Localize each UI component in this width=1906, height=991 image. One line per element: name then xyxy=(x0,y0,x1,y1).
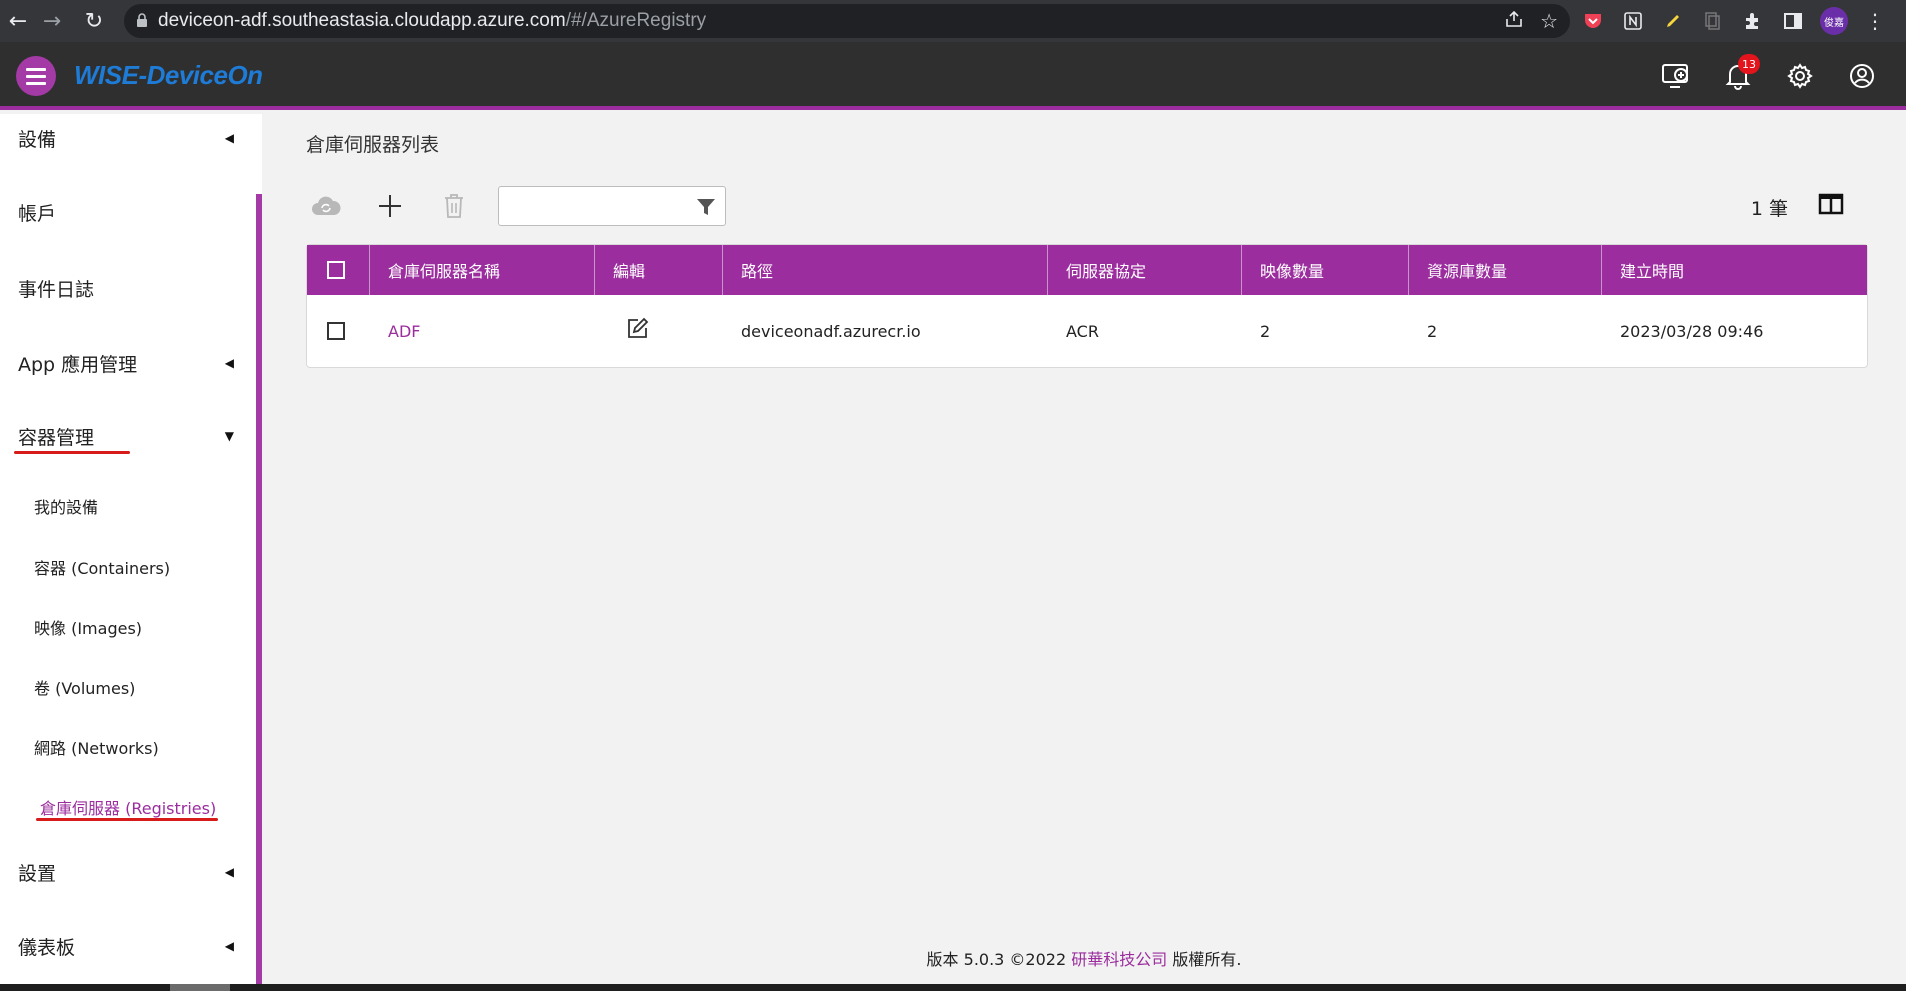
side-panel-icon[interactable] xyxy=(1780,8,1806,34)
browser-toolbar: ← → ↻ deviceon-adf.southeastasia.cloudap… xyxy=(0,0,1906,42)
bookmark-star-icon[interactable]: ☆ xyxy=(1540,9,1558,33)
filter-input[interactable] xyxy=(499,187,689,225)
select-all-cell xyxy=(307,245,370,295)
sidebar-subitem-images[interactable]: 映像 (Images) xyxy=(34,615,142,639)
column-header[interactable]: 映像數量 xyxy=(1242,245,1409,295)
edit-cell xyxy=(595,295,723,367)
sidebar: 設備 ◀ 帳戶 事件日誌 App 應用管理 ◀ 容器管理 ▼ 我的設備 容器 (… xyxy=(0,114,262,991)
column-header[interactable]: 伺服器協定 xyxy=(1048,245,1242,295)
pocket-icon[interactable] xyxy=(1580,8,1606,34)
sidebar-item-label: 儀表板 xyxy=(18,936,76,959)
caret-left-icon: ◀ xyxy=(224,865,234,879)
main-content: 倉庫伺服器列表 1 筆 倉庫伺服器名稱 編輯 路徑 伺服器協定 映像數量 資源庫… xyxy=(262,114,1906,991)
toolbar xyxy=(306,186,726,226)
sidebar-item-app-management[interactable]: App 應用管理 ◀ xyxy=(0,343,256,383)
sidebar-item-label: 事件日誌 xyxy=(18,278,95,301)
column-header[interactable]: 資源庫數量 xyxy=(1409,245,1602,295)
sidebar-item-accounts[interactable]: 帳戶 xyxy=(0,192,256,232)
sidebar-subitem-my-devices[interactable]: 我的設備 xyxy=(34,494,98,518)
select-all-checkbox[interactable] xyxy=(327,261,345,279)
add-icon[interactable] xyxy=(370,186,410,226)
table-row[interactable]: ADF deviceonadf.azurecr.io ACR 2 2 2023/… xyxy=(307,295,1867,367)
sidebar-item-dashboard[interactable]: 儀表板 ◀ xyxy=(0,926,256,966)
notification-badge: 13 xyxy=(1738,54,1760,74)
cloud-sync-icon[interactable] xyxy=(306,186,346,226)
sidebar-subitem-volumes[interactable]: 卷 (Volumes) xyxy=(34,675,135,699)
sidebar-subitem-registries[interactable]: 倉庫伺服器 (Registries) xyxy=(40,795,216,819)
hamburger-menu-button[interactable] xyxy=(16,56,56,96)
notification-bell-icon[interactable]: 13 xyxy=(1718,54,1760,96)
sidebar-item-label: 帳戶 xyxy=(18,202,57,225)
add-device-icon[interactable] xyxy=(1656,56,1696,96)
back-icon[interactable]: ← xyxy=(0,3,36,39)
path-cell: deviceonadf.azurecr.io xyxy=(741,321,921,341)
share-icon[interactable] xyxy=(1504,10,1524,32)
forward-icon[interactable]: → xyxy=(34,3,70,39)
brand-logo: WISE-DeviceOn xyxy=(74,60,263,90)
image-count-cell: 2 xyxy=(1260,321,1271,341)
filter-field[interactable] xyxy=(498,186,726,226)
column-header[interactable]: 建立時間 xyxy=(1602,245,1866,295)
sidebar-item-label: 設備 xyxy=(18,128,57,151)
horizontal-scrollbar[interactable] xyxy=(0,984,1906,991)
notion-icon[interactable] xyxy=(1620,8,1646,34)
scrollbar-thumb[interactable] xyxy=(170,984,230,991)
registry-table: 倉庫伺服器名稱 編輯 路徑 伺服器協定 映像數量 資源庫數量 建立時間 ADF … xyxy=(306,244,1868,368)
browser-menu-icon[interactable]: ⋮ xyxy=(1862,8,1888,34)
column-header[interactable]: 倉庫伺服器名稱 xyxy=(370,245,595,295)
sidebar-item-settings[interactable]: 設置 ◀ xyxy=(0,852,256,892)
annotation-underline xyxy=(14,451,130,454)
edit-icon[interactable] xyxy=(625,317,649,345)
sidebar-item-container-management[interactable]: 容器管理 ▼ xyxy=(0,416,256,456)
record-count: 1 筆 xyxy=(1750,198,1788,220)
delete-trash-icon[interactable] xyxy=(434,186,474,226)
protocol-cell: ACR xyxy=(1066,321,1099,341)
column-header[interactable]: 編輯 xyxy=(595,245,723,295)
row-select-cell xyxy=(307,295,370,367)
copy-icon[interactable] xyxy=(1700,8,1726,34)
profile-avatar[interactable]: 俊嘉 xyxy=(1820,7,1848,35)
created-time-cell: 2023/03/28 09:46 xyxy=(1620,321,1764,341)
footer: 版本 5.0.3 ©2022 研華科技公司 版權所有. xyxy=(262,946,1906,970)
caret-left-icon: ◀ xyxy=(224,131,234,145)
sidebar-item-devices[interactable]: 設備 ◀ xyxy=(0,118,256,158)
url-host: deviceon-adf.southeastasia.cloudapp.azur… xyxy=(158,10,566,31)
footer-company-link[interactable]: 研華科技公司 xyxy=(1071,950,1167,969)
page-title: 倉庫伺服器列表 xyxy=(306,134,440,156)
column-header[interactable]: 路徑 xyxy=(723,245,1048,295)
url-path: /#/AzureRegistry xyxy=(565,10,707,31)
address-bar[interactable]: deviceon-adf.southeastasia.cloudapp.azur… xyxy=(124,4,1570,38)
column-layout-icon[interactable] xyxy=(1818,192,1844,220)
annotation-underline xyxy=(36,818,218,821)
footer-rights: 版權所有. xyxy=(1172,950,1242,969)
highlighter-icon[interactable] xyxy=(1660,8,1686,34)
sidebar-item-event-log[interactable]: 事件日誌 xyxy=(0,268,256,308)
filter-funnel-icon[interactable] xyxy=(695,196,717,222)
repo-count-cell: 2 xyxy=(1427,321,1438,341)
extensions-puzzle-icon[interactable] xyxy=(1740,8,1766,34)
registry-name-link[interactable]: ADF xyxy=(388,322,420,341)
row-checkbox[interactable] xyxy=(327,322,345,340)
sidebar-item-label: 設置 xyxy=(18,862,57,885)
table-header: 倉庫伺服器名稱 編輯 路徑 伺服器協定 映像數量 資源庫數量 建立時間 xyxy=(307,245,1867,295)
registry-name-cell: ADF xyxy=(370,295,595,367)
caret-left-icon: ◀ xyxy=(224,939,234,953)
sidebar-subitem-networks[interactable]: 網路 (Networks) xyxy=(34,735,159,759)
sidebar-item-label: 容器管理 xyxy=(18,426,95,449)
user-account-icon[interactable] xyxy=(1842,56,1882,96)
app-header: WISE-DeviceOn 13 xyxy=(0,42,1906,110)
lock-icon xyxy=(136,12,148,31)
footer-version: 版本 5.0.3 ©2022 xyxy=(926,950,1067,969)
sidebar-subitem-containers[interactable]: 容器 (Containers) xyxy=(34,555,170,579)
sidebar-item-label: App 應用管理 xyxy=(18,353,138,376)
caret-down-icon: ▼ xyxy=(224,429,234,443)
reload-icon[interactable]: ↻ xyxy=(76,3,112,39)
settings-gear-icon[interactable] xyxy=(1780,56,1820,96)
caret-left-icon: ◀ xyxy=(224,356,234,370)
